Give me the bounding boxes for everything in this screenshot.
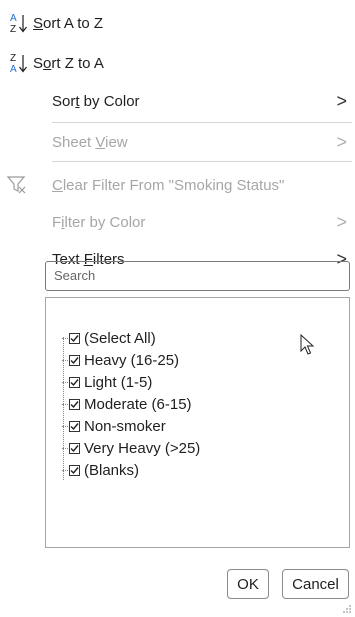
- list-item[interactable]: Light (1-5): [62, 372, 152, 392]
- tree-connector: [62, 337, 68, 339]
- clear-filter-item: Clear Filter From "Smoking Status": [0, 167, 355, 203]
- checkbox-checked-icon[interactable]: [69, 442, 80, 454]
- tree-connector: [62, 469, 68, 471]
- clear-filter-icon: [7, 176, 26, 194]
- checkbox-checked-icon[interactable]: [69, 376, 80, 388]
- filter-dropdown-menu: A Z Sort A to Z Z A Sort Z to A Sort by …: [0, 0, 355, 617]
- sheet-view-item: Sheet View >: [0, 124, 355, 160]
- resize-grip-icon[interactable]: [342, 604, 352, 614]
- tree-connector: [62, 447, 68, 449]
- checkbox-checked-icon[interactable]: [69, 464, 80, 476]
- tree-connector: [62, 403, 68, 405]
- ok-button[interactable]: OK: [227, 569, 269, 599]
- svg-text:Z: Z: [10, 53, 16, 64]
- svg-text:Z: Z: [10, 24, 16, 35]
- sort-a-to-z-label: Sort A to Z: [33, 14, 104, 32]
- mouse-pointer-icon: [300, 334, 314, 355]
- checkbox-checked-icon[interactable]: [69, 420, 80, 432]
- sort-a-to-z-item[interactable]: A Z Sort A to Z: [0, 5, 355, 41]
- sheet-view-label: Sheet View: [52, 133, 128, 151]
- list-item-label: Light (1-5): [84, 373, 153, 391]
- tree-connector: [62, 425, 68, 427]
- chevron-right-icon: >: [336, 91, 347, 111]
- svg-text:A: A: [10, 13, 17, 24]
- separator: [52, 122, 352, 123]
- list-item-label: (Select All): [84, 329, 156, 347]
- search-input[interactable]: Search: [45, 261, 350, 291]
- list-item[interactable]: Very Heavy (>25): [62, 438, 200, 458]
- list-item[interactable]: Heavy (16-25): [62, 350, 179, 370]
- filter-by-color-label: Filter by Color: [52, 213, 146, 231]
- list-item-label: Very Heavy (>25): [84, 439, 201, 457]
- sort-z-to-a-item[interactable]: Z A Sort Z to A: [0, 45, 355, 81]
- filter-by-color-item: Filter by Color >: [0, 204, 355, 240]
- list-item[interactable]: Non-smoker: [62, 416, 166, 436]
- chevron-right-icon: >: [336, 212, 347, 232]
- separator: [52, 161, 352, 162]
- chevron-right-icon: >: [336, 132, 347, 152]
- list-item-label: Non-smoker: [84, 417, 166, 435]
- checkbox-checked-icon[interactable]: [69, 332, 80, 344]
- sort-by-color-item[interactable]: Sort by Color >: [0, 83, 355, 119]
- cancel-button[interactable]: Cancel: [282, 569, 349, 599]
- tree-connector: [62, 359, 68, 361]
- list-item-label: (Blanks): [84, 461, 140, 479]
- sort-z-to-a-label: Sort Z to A: [33, 54, 104, 72]
- list-item[interactable]: (Blanks): [62, 460, 139, 480]
- tree-connector: [62, 381, 68, 383]
- list-item-select-all[interactable]: (Select All): [62, 328, 156, 348]
- sort-descending-icon: Z A: [10, 53, 27, 75]
- list-item-label: Moderate (6-15): [84, 395, 192, 413]
- svg-text:A: A: [10, 64, 17, 75]
- sort-ascending-icon: A Z: [10, 13, 27, 35]
- list-item[interactable]: Moderate (6-15): [62, 394, 192, 414]
- sort-by-color-label: Sort by Color: [52, 92, 140, 110]
- checkbox-checked-icon[interactable]: [69, 354, 80, 366]
- checkbox-checked-icon[interactable]: [69, 398, 80, 410]
- clear-filter-label: Clear Filter From "Smoking Status": [52, 176, 285, 194]
- list-item-label: Heavy (16-25): [84, 351, 180, 369]
